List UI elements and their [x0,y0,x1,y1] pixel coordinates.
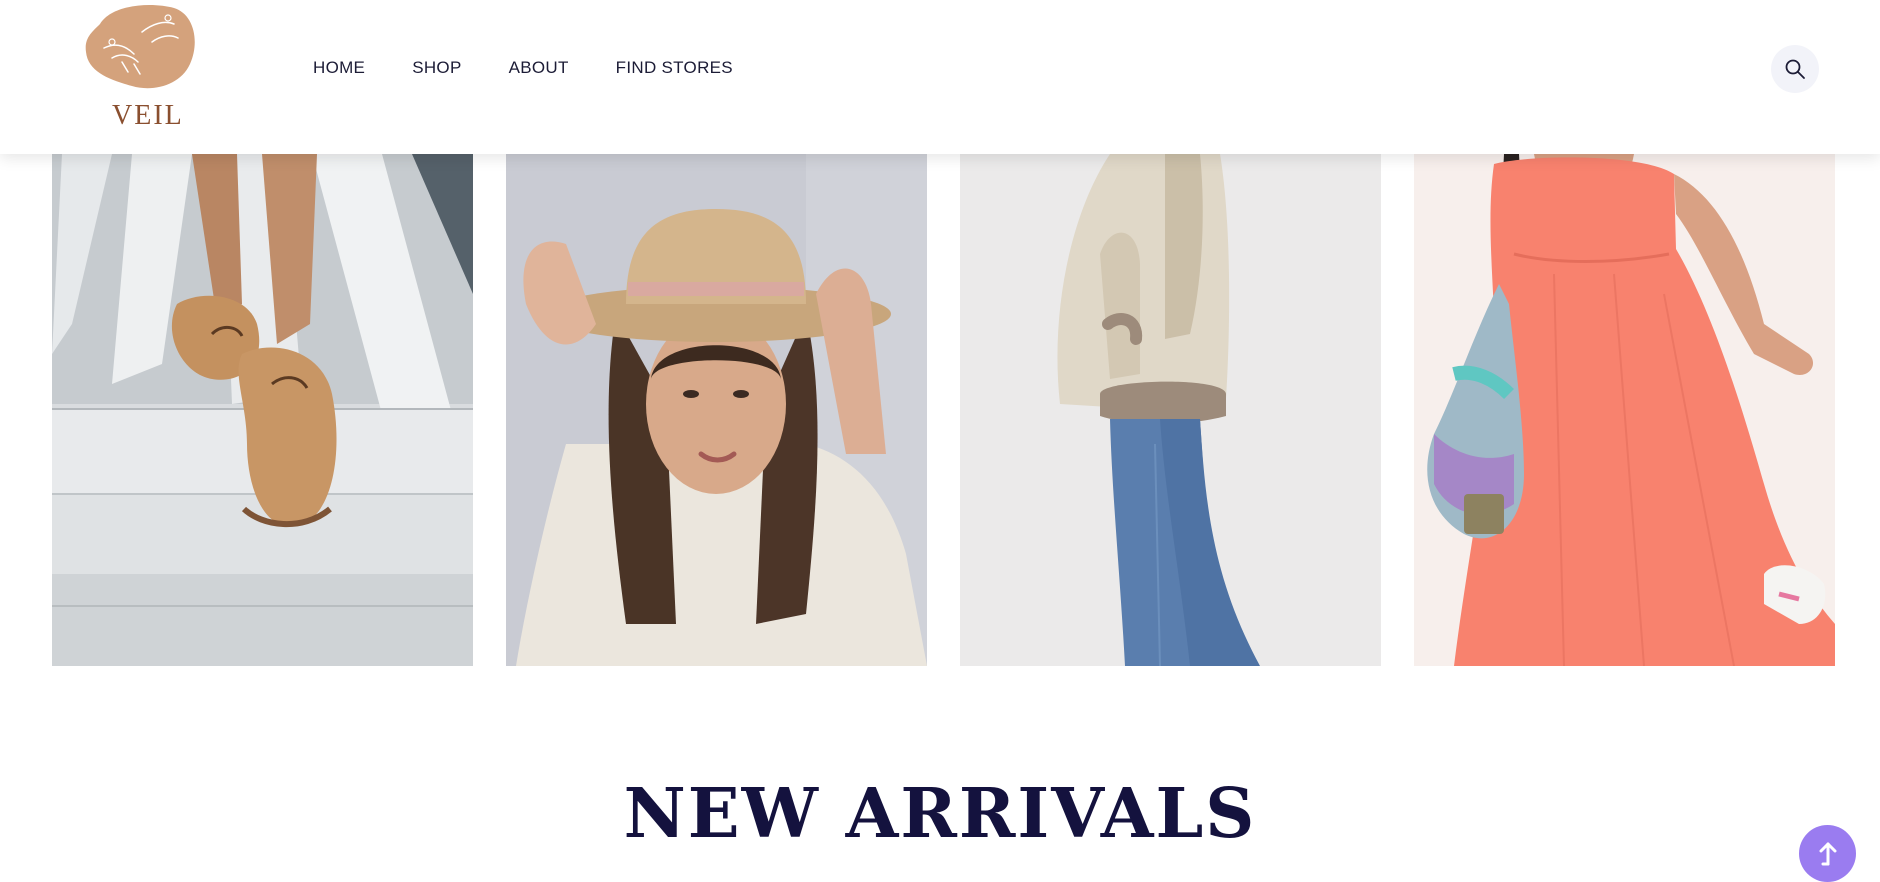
search-button[interactable] [1771,45,1819,93]
gallery-image-coral-dress[interactable] [1414,154,1835,666]
boat-shoes-photo [52,154,473,666]
scroll-to-top-button[interactable] [1799,825,1856,882]
nav-home[interactable]: HOME [313,58,365,78]
arrow-up-icon [1819,842,1836,865]
straw-hat-woman-photo [506,154,927,666]
lookbook-gallery [52,154,1836,666]
logo-mark-icon [85,5,195,89]
gallery-image-boat-shoes[interactable] [52,154,473,666]
gallery-image-shearling-jacket[interactable] [960,154,1381,666]
nav-shop[interactable]: SHOP [412,58,461,78]
coral-maxi-dress-photo [1414,154,1835,666]
section-title-new-arrivals: NEW ARRIVALS [623,774,1257,854]
site-header: VEIL HOME SHOP ABOUT FIND STORES [0,0,1880,154]
gallery-image-straw-hat[interactable] [506,154,927,666]
search-icon [1785,59,1805,79]
brand-logo[interactable]: VEIL [82,2,202,132]
nav-about[interactable]: ABOUT [509,58,569,78]
nav-find-stores[interactable]: FIND STORES [616,58,733,78]
shearling-jacket-photo [960,154,1381,666]
brand-name: VEIL [112,100,184,131]
main-nav: HOME SHOP ABOUT FIND STORES [313,58,733,78]
